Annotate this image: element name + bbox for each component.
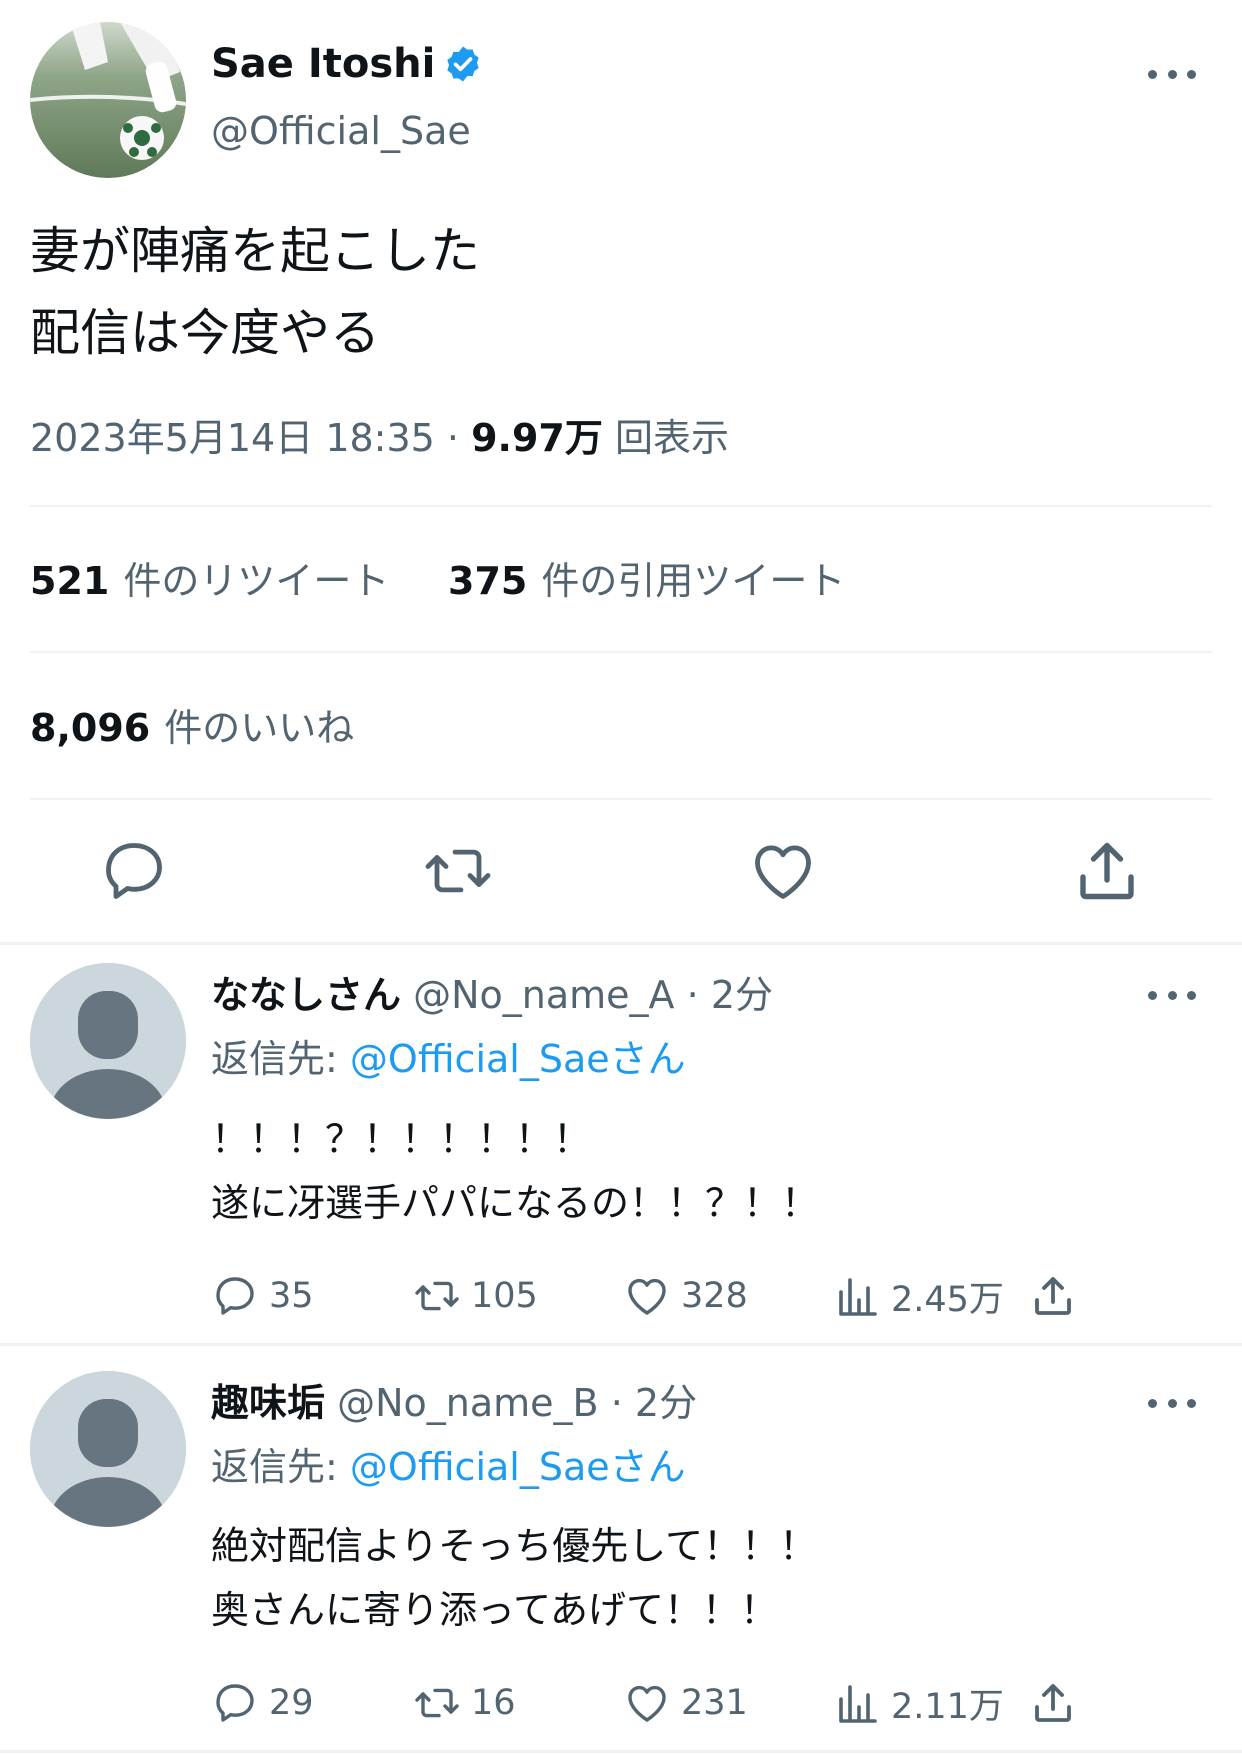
more-options-icon[interactable] <box>1148 64 1196 84</box>
meta-separator: · <box>446 416 460 460</box>
reply-text: 絶対配信よりそっち優先して！！！ 奥さんに寄り添ってあげて！！！ <box>211 1514 817 1642</box>
views-count: 2.11万 <box>891 1686 1004 1727</box>
author-name-row[interactable]: Sae Itoshi <box>211 38 483 90</box>
tweet-text-line: 配信は今度やる <box>30 304 380 362</box>
reply-separator: · <box>686 973 699 1017</box>
divider <box>30 505 1212 507</box>
likes-stat[interactable]: 8,096 件のいいね <box>30 702 354 754</box>
retweet-count: 105 <box>471 1276 538 1316</box>
reply-to-label: 返信先: <box>211 1037 338 1081</box>
share-icon <box>1035 1277 1071 1315</box>
section-separator <box>0 1750 1242 1753</box>
reply-header: ななしさん @No_name_A · 2分 <box>211 969 773 1021</box>
more-options-icon[interactable] <box>1148 985 1196 1005</box>
author-handle[interactable]: @Official_Sae <box>211 106 471 156</box>
reply-share-button[interactable] <box>1029 1675 1077 1731</box>
tweet-text-line: 妻が陣痛を起こした <box>30 222 480 280</box>
reply-time[interactable]: 2分 <box>635 1381 697 1425</box>
retweet-count: 16 <box>471 1683 516 1723</box>
reply-author-handle[interactable]: @No_name_A <box>413 973 674 1017</box>
quotes-label: 件の引用ツイート <box>541 559 846 603</box>
retweet-icon <box>415 1281 459 1311</box>
views-icon <box>839 1278 877 1316</box>
like-button[interactable] <box>747 835 819 907</box>
reply-to-label: 返信先: <box>211 1445 338 1489</box>
reply-like-button[interactable]: 231 <box>623 1675 748 1731</box>
reply-button[interactable] <box>98 835 170 907</box>
tweet-text: 妻が陣痛を起こした 配信は今度やる <box>30 210 480 374</box>
reply-icon <box>106 843 162 899</box>
reply-retweet-button[interactable]: 16 <box>413 1675 516 1731</box>
reply-text: ！！！？！！！！！！ 遂に冴選手パパになるの！！？！！ <box>211 1107 819 1235</box>
reply-to: 返信先: @Official_Saeさん <box>211 1441 686 1493</box>
reply-header: 趣味垢 @No_name_B · 2分 <box>211 1377 697 1429</box>
retweet-button[interactable] <box>422 835 494 907</box>
divider <box>30 798 1212 800</box>
author-name: Sae Itoshi <box>211 41 436 87</box>
quotes-stat[interactable]: 375 件の引用ツイート <box>448 555 845 607</box>
reply-text-line: 遂に冴選手パパになるの！！？！！ <box>211 1181 820 1225</box>
like-count: 231 <box>681 1683 748 1723</box>
share-icon <box>1035 1684 1071 1722</box>
like-count: 328 <box>681 1276 748 1316</box>
author-avatar[interactable] <box>30 22 186 178</box>
reply-action-bar: 29 16 231 2.11万 <box>211 1675 1091 1731</box>
likes-count: 8,096 <box>30 706 151 750</box>
reply-views-button[interactable]: 2.45万 <box>833 1268 1004 1324</box>
reply-text-line: 奥さんに寄り添ってあげて！！！ <box>211 1588 778 1632</box>
divider <box>30 651 1212 653</box>
like-icon <box>628 1278 666 1315</box>
retweets-count: 521 <box>30 559 110 603</box>
likes-label: 件のいいね <box>164 706 355 750</box>
reply-text-line: 絶対配信よりそっち優先して！！！ <box>211 1524 818 1568</box>
reply-avatar[interactable] <box>30 1371 186 1527</box>
share-button[interactable] <box>1071 835 1143 907</box>
reply-like-button[interactable]: 328 <box>623 1268 748 1324</box>
reply-action-bar: 35 105 328 2.45万 <box>211 1268 1091 1324</box>
like-icon <box>628 1685 666 1722</box>
reply-reply-button[interactable]: 35 <box>211 1268 314 1324</box>
retweet-icon <box>425 849 491 893</box>
reply-separator: · <box>610 1381 623 1425</box>
default-avatar-icon <box>30 963 186 1119</box>
retweets-stat[interactable]: 521 件のリツイート <box>30 555 389 607</box>
views-count: 9.97万 <box>471 416 603 460</box>
reply-share-button[interactable] <box>1029 1268 1077 1324</box>
section-separator <box>0 942 1242 945</box>
reply-avatar[interactable] <box>30 963 186 1119</box>
like-icon <box>755 845 811 899</box>
reply-icon <box>216 1684 254 1722</box>
reply-count: 29 <box>269 1683 314 1723</box>
reply-reply-button[interactable]: 29 <box>211 1675 314 1731</box>
reply-views-button[interactable]: 2.11万 <box>833 1675 1004 1731</box>
views-icon <box>839 1685 877 1723</box>
tweet-timestamp[interactable]: 2023年5月14日 18:35 <box>30 416 435 460</box>
reply-to-mention[interactable]: @Official_Saeさん <box>350 1445 686 1489</box>
default-avatar-icon <box>30 1371 186 1527</box>
retweet-icon <box>415 1688 459 1718</box>
reply-text-line: ！！！？！！！！！！ <box>211 1117 592 1161</box>
quotes-count: 375 <box>448 559 528 603</box>
reply-icon <box>216 1277 254 1315</box>
reply-time[interactable]: 2分 <box>711 973 773 1017</box>
views-label: 回表示 <box>614 416 729 460</box>
reply-to: 返信先: @Official_Saeさん <box>211 1033 686 1085</box>
tweet-meta: 2023年5月14日 18:35 · 9.97万 回表示 <box>30 412 729 464</box>
reply-author-handle[interactable]: @No_name_B <box>337 1381 599 1425</box>
share-icon <box>1080 842 1134 900</box>
reply-author-name[interactable]: 趣味垢 <box>211 1381 325 1425</box>
avatar-photo <box>30 22 186 178</box>
reply-to-mention[interactable]: @Official_Saeさん <box>350 1037 686 1081</box>
more-options-icon[interactable] <box>1148 1393 1196 1413</box>
verified-badge-icon <box>447 46 480 82</box>
retweets-label: 件のリツイート <box>123 559 390 603</box>
reply-author-name[interactable]: ななしさん <box>211 973 401 1017</box>
views-count: 2.45万 <box>891 1279 1004 1320</box>
reply-count: 35 <box>269 1276 314 1316</box>
reply-retweet-button[interactable]: 105 <box>413 1268 538 1324</box>
section-separator <box>0 1343 1242 1346</box>
